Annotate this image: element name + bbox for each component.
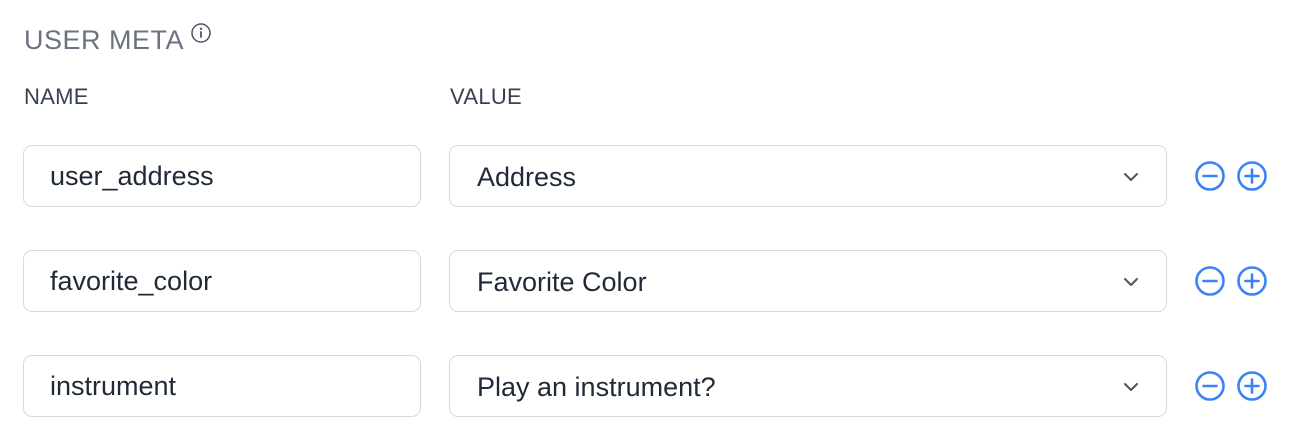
name-input[interactable] (23, 145, 421, 207)
value-select-text: Address (477, 162, 577, 192)
plus-circle-icon[interactable] (1236, 160, 1268, 192)
section-title: USER META (24, 25, 185, 55)
minus-circle-icon[interactable] (1194, 370, 1226, 402)
plus-circle-icon[interactable] (1236, 370, 1268, 402)
minus-circle-icon[interactable] (1194, 160, 1226, 192)
column-header-name: NAME (24, 84, 89, 109)
meta-row: Address (0, 145, 1300, 209)
value-select-text: Play an instrument? (477, 372, 716, 402)
info-icon[interactable] (190, 22, 212, 44)
chevron-down-icon (1124, 173, 1138, 181)
section-header: USER META (24, 22, 212, 58)
column-header-value: VALUE (450, 84, 523, 109)
plus-circle-icon[interactable] (1236, 265, 1268, 297)
name-input[interactable] (23, 250, 421, 312)
minus-circle-icon[interactable] (1194, 265, 1226, 297)
value-select[interactable]: Favorite Color (449, 250, 1167, 312)
chevron-down-icon (1124, 278, 1138, 286)
meta-row: Play an instrument? (0, 355, 1300, 419)
value-select[interactable]: Play an instrument? (449, 355, 1167, 417)
meta-row: Favorite Color (0, 250, 1300, 314)
name-input[interactable] (23, 355, 421, 417)
value-select[interactable]: Address (449, 145, 1167, 207)
chevron-down-icon (1124, 383, 1138, 391)
value-select-text: Favorite Color (477, 267, 647, 297)
